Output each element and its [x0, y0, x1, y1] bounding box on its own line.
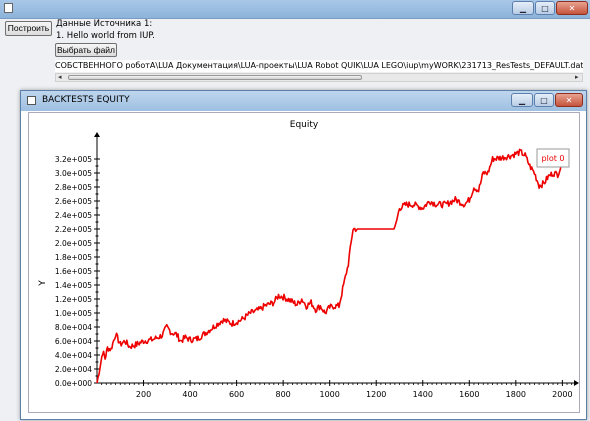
x-tick-label: 400 [182, 390, 197, 399]
horizontal-scrollbar[interactable]: ◂ ▸ [55, 73, 583, 82]
minimize-icon: ▁ [519, 3, 527, 13]
y-tick-label: 2.2e+005 [55, 225, 92, 234]
y-axis-label: Y [38, 280, 48, 287]
y-tick-label: 2.8e+005 [55, 183, 92, 192]
minimize-icon: ▁ [518, 95, 526, 105]
front-titlebar: BACKTESTS EQUITY ▁ □ ✕ [21, 91, 586, 111]
x-tick-label: 200 [136, 390, 151, 399]
outer-app-icon [4, 3, 13, 13]
y-tick-label: 2.0e+004 [55, 365, 92, 374]
y-tick-label: 1.4e+005 [55, 281, 92, 290]
window-app-icon [27, 96, 36, 105]
source-header: Данные Источника 1: [56, 19, 153, 29]
maximize-icon: □ [540, 95, 548, 105]
y-tick-label: 2.6e+005 [55, 197, 92, 206]
close-icon: ✕ [568, 3, 576, 13]
maximize-icon: □ [541, 3, 549, 13]
outer-close-button[interactable]: ✕ [556, 1, 588, 15]
y-tick-label: 1.8e+005 [55, 253, 92, 262]
y-tick-label: 3.2e+005 [55, 155, 92, 164]
window-title: BACKTESTS EQUITY [42, 95, 130, 105]
y-tick-label: 2.4e+005 [55, 211, 92, 220]
x-tick-label: 1200 [366, 390, 386, 399]
x-tick-label: 1400 [413, 390, 433, 399]
hello-line: 1. Hello world from IUP. [56, 31, 155, 41]
y-tick-label: 2.0e+005 [55, 239, 92, 248]
scroll-left-icon[interactable]: ◂ [58, 73, 62, 81]
y-tick-label: 8.0e+004 [55, 323, 92, 332]
x-axis-arrow-icon [574, 380, 579, 386]
equity-chart[interactable]: Equity Y 0.0e+000 2.0e+004 4.0e+004 6.0e+00… [29, 113, 579, 412]
backtests-equity-window: BACKTESTS EQUITY ▁ □ ✕ Equity Y 0.0e+000… [20, 90, 587, 420]
y-tick-label: 3.0e+005 [55, 169, 92, 178]
y-tick-label: 1.0e+005 [55, 309, 92, 318]
close-button[interactable]: ✕ [555, 93, 583, 107]
x-tick-label: 600 [229, 390, 244, 399]
outer-maximize-button[interactable]: □ [535, 1, 555, 15]
chart-area: Equity Y 0.0e+000 2.0e+004 4.0e+004 6.0e+00… [28, 112, 580, 413]
minimize-button[interactable]: ▁ [511, 93, 533, 107]
x-tick-label: 2000 [552, 390, 572, 399]
outer-minimize-button[interactable]: ▁ [512, 1, 534, 15]
outer-titlebar: ▁ □ ✕ [0, 0, 590, 19]
y-axis-arrow-icon [94, 132, 100, 137]
x-tick-label: 800 [276, 390, 291, 399]
y-tick-label: 4.0e+004 [55, 351, 92, 360]
y-tick-label: 1.6e+005 [55, 267, 92, 276]
x-tick-label: 1000 [320, 390, 340, 399]
y-tick-label: 1.2e+005 [55, 295, 92, 304]
series-line-plot-0 [96, 148, 563, 384]
scroll-right-icon[interactable]: ▸ [575, 73, 579, 81]
file-path-text: СОБСТВЕННОГО роботА\LUA Документация\LUA… [55, 61, 583, 70]
choose-file-button[interactable]: Выбрать файл [55, 43, 117, 57]
y-tick-label: 0.0e+000 [55, 379, 92, 388]
scrollbar-thumb[interactable] [68, 75, 362, 80]
x-tick-label: 1600 [459, 390, 479, 399]
chart-title: Equity [290, 120, 319, 130]
maximize-button[interactable]: □ [534, 93, 554, 107]
x-tick-label: 1800 [506, 390, 526, 399]
build-button[interactable]: Построить [5, 21, 52, 36]
file-path-field: СОБСТВЕННОГО роботА\LUA Документация\LUA… [55, 60, 583, 72]
legend-label: plot 0 [542, 154, 565, 163]
y-tick-label: 6.0e+004 [55, 337, 92, 346]
close-icon: ✕ [565, 95, 573, 105]
